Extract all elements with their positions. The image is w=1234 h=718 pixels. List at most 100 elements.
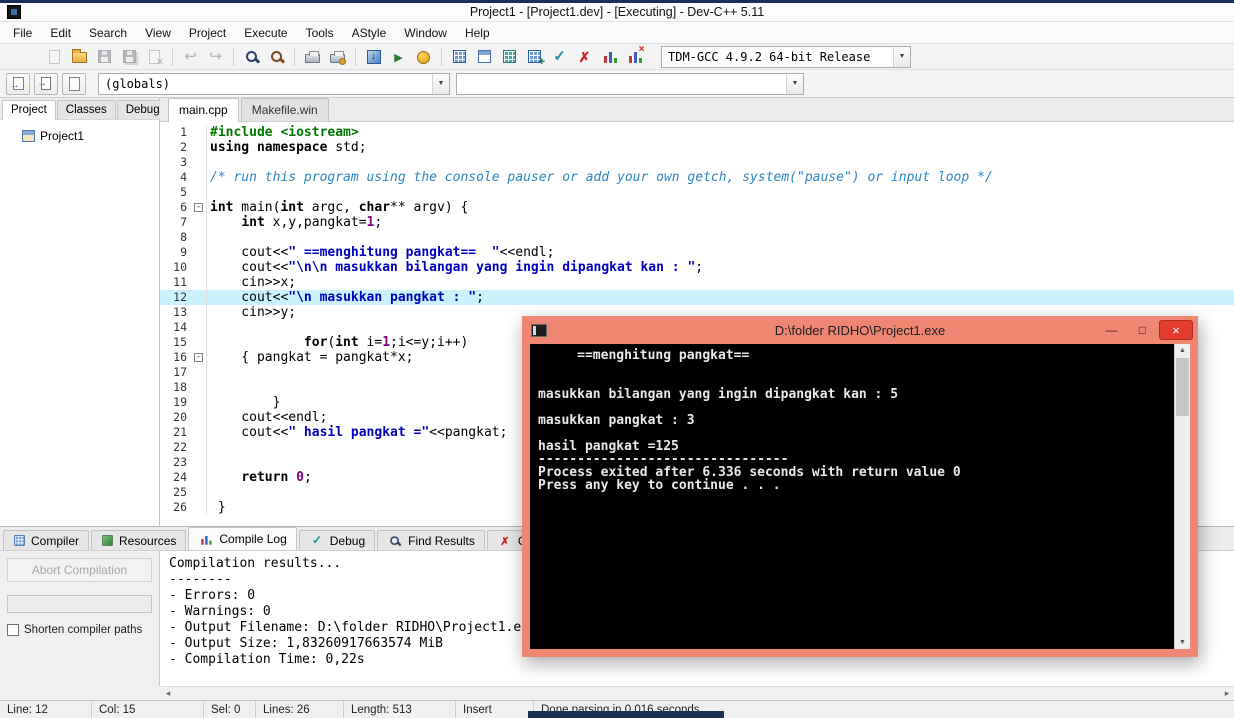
fold-margin [192,380,207,395]
members-combobox[interactable]: ▼ [456,72,804,95]
stop-execution-button[interactable] [572,45,597,69]
print-setup-button[interactable] [325,45,350,69]
package-manager-button[interactable] [497,45,522,69]
toolbar-separator [355,47,356,66]
code-line-6[interactable]: 6- int main(int argc, char** argv) { [160,200,1234,215]
abort-compilation-button[interactable]: Abort Compilation [7,558,152,582]
scroll-right-arrow-icon[interactable]: ▸ [1220,687,1234,700]
status-sel: Sel: 0 [204,701,256,718]
code-line-10[interactable]: 10 cout<<"\n\n masukkan bilangan yang in… [160,260,1234,275]
tab-classes[interactable]: Classes [56,100,116,119]
code-line-12[interactable]: 12 cout<<"\n masukkan pangkat : "; [160,290,1234,305]
goto-implementation-button[interactable] [34,72,58,95]
menu-file[interactable]: File [4,24,41,42]
console-window[interactable]: D:\folder RIDHO\Project1.exe — □ × ==men… [522,316,1198,657]
code-line-8[interactable]: 8 [160,230,1234,245]
tab-project[interactable]: Project [2,100,56,120]
res-icon [102,535,113,546]
fold-collapse-icon[interactable]: - [194,353,203,362]
scrollbar-thumb[interactable] [1176,358,1189,416]
replace-button[interactable] [264,45,289,69]
console-titlebar[interactable]: D:\folder RIDHO\Project1.exe — □ × [522,316,1198,344]
code-text: cout<<" hasil pangkat ="<<pangkat; [210,425,508,440]
log-horizontal-scrollbar[interactable]: ◂ ▸ [161,686,1234,700]
scroll-up-arrow-icon[interactable]: ▲ [1175,344,1190,357]
console-close-button[interactable]: × [1159,320,1193,340]
menu-window[interactable]: Window [395,24,456,42]
new-project-button[interactable] [447,45,472,69]
code-line-2[interactable]: 2 using namespace std; [160,140,1234,155]
project-tree-item[interactable]: Project1 [6,129,153,143]
menu-view[interactable]: View [136,24,180,42]
menu-edit[interactable]: Edit [41,24,80,42]
menu-help[interactable]: Help [456,24,499,42]
find-button[interactable] [239,45,264,69]
goto-declaration-button[interactable] [6,72,30,95]
code-line-5[interactable]: 5 [160,185,1234,200]
compiler-combobox[interactable]: TDM-GCC 4.9.2 64-bit Release ▼ [661,45,911,68]
console-window-buttons: — □ × [1097,320,1193,340]
scroll-left-arrow-icon[interactable]: ◂ [161,687,175,700]
globals-combobox[interactable]: (globals) ▼ [98,72,450,95]
console-maximize-button[interactable]: □ [1128,320,1157,340]
tab-resources[interactable]: Resources [91,530,187,550]
tab-makefile-win[interactable]: Makefile.win [240,98,329,121]
line-number: 24 [173,470,187,484]
line-number: 26 [173,500,187,514]
class-browser-mode-button[interactable] [62,72,86,95]
chart-icon [601,49,618,64]
open-file-button[interactable] [67,45,92,69]
code-line-9[interactable]: 9 cout<<" ==menghitung pangkat== "<<endl… [160,245,1234,260]
menu-execute[interactable]: Execute [235,24,296,42]
fold-margin [192,305,207,320]
profile-analysis-button[interactable] [597,45,622,69]
toolbar-separator [294,47,295,66]
fold-margin [192,290,207,305]
tab-find-results[interactable]: Find Results [377,530,485,550]
tab-main-cpp[interactable]: main.cpp [168,98,239,122]
profile-window-button[interactable] [522,45,547,69]
code-line-11[interactable]: 11 cin>>x; [160,275,1234,290]
console-minimize-button[interactable]: — [1097,320,1126,340]
fold-collapse-icon[interactable]: - [194,203,203,212]
menu-project[interactable]: Project [180,24,235,42]
print-button[interactable] [300,45,325,69]
scroll-down-arrow-icon[interactable]: ▼ [1175,636,1190,649]
cross-icon [498,534,511,547]
menu-search[interactable]: Search [80,24,136,42]
project-options-button[interactable] [472,45,497,69]
menu-astyle[interactable]: AStyle [343,24,396,42]
compiler-combobox-value: TDM-GCC 4.9.2 64-bit Release [668,49,871,64]
code-line-7[interactable]: 7 int x,y,pangkat=1; [160,215,1234,230]
titlebar: Project1 - [Project1.dev] - [Executing] … [0,3,1234,22]
project-icon [22,130,35,142]
tab-compiler[interactable]: Compiler [3,530,90,550]
save-button [92,45,117,69]
menubar: File Edit Search View Project Execute Tools ASt… [0,22,1234,44]
tab-label: Find Results [408,533,475,548]
menu-tools[interactable]: Tools [297,24,343,42]
line-number: 4 [180,170,187,184]
code-line-1[interactable]: 1 #include <iostream> [160,125,1234,140]
fold-margin [192,365,207,380]
checkbox-label: Shorten compiler paths [24,624,143,636]
code-line-4[interactable]: 4 /* run this program using the console p… [160,170,1234,185]
shorten-compiler-paths-checkbox[interactable]: Shorten compiler paths [7,624,152,636]
compile-and-run-button[interactable] [411,45,436,69]
editor-tabs: main.cpp Makefile.win [160,98,1234,122]
code-line-3[interactable]: 3 [160,155,1234,170]
compile-button[interactable] [361,45,386,69]
scrollbar-track[interactable] [175,687,1220,700]
tab-debug[interactable]: Debug [298,530,376,550]
console-scrollbar[interactable]: ▲ ▼ [1174,344,1190,649]
tab-label: Debug [125,104,160,116]
syntax-check-button[interactable] [547,45,572,69]
undo-button [178,45,203,69]
delete-profiling-data-button[interactable] [622,44,647,69]
run-button[interactable] [386,45,411,69]
tab-compile-log[interactable]: Compile Log [188,527,297,550]
